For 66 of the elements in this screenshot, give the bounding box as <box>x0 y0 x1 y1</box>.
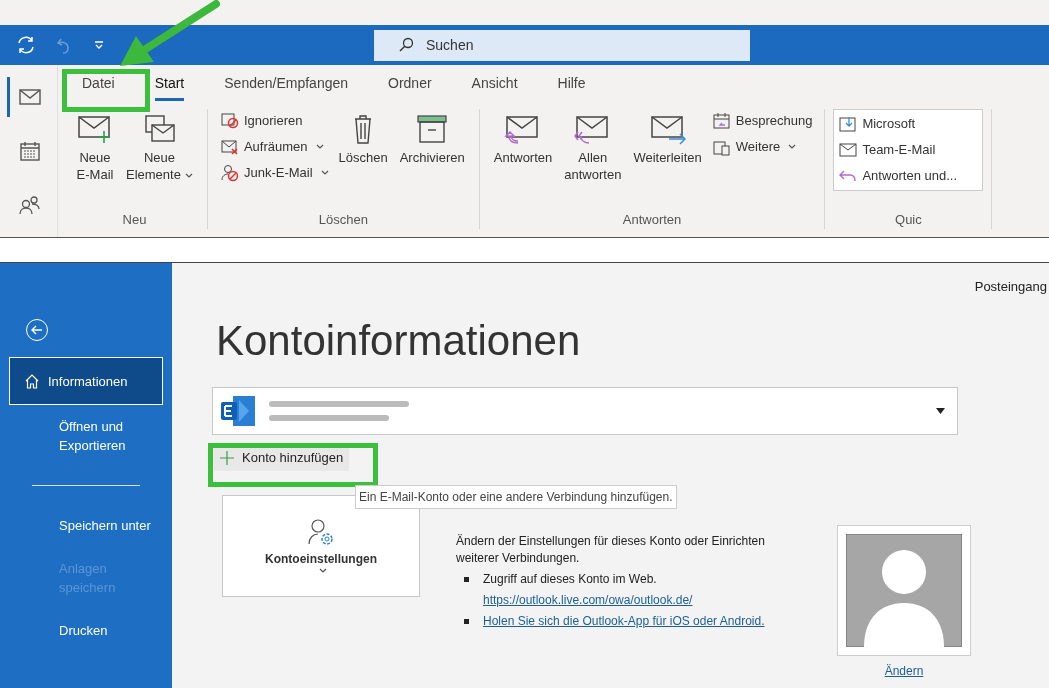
ribbon-group-label: Quic <box>894 210 923 229</box>
ribbon-group-label: Löschen <box>317 210 369 229</box>
description-text: Ändern der Einstellungen für dieses Konto oder Einrichten weiterer Verbindungen. <box>456 532 766 567</box>
ribbon-tab[interactable]: Ordner <box>388 73 432 101</box>
exchange-logo-icon <box>219 394 257 428</box>
customize-toolbar-icon[interactable] <box>94 39 104 51</box>
back-arrow-icon <box>31 325 43 335</box>
ribbon-button[interactable]: Archivieren <box>393 109 471 166</box>
ribbon-tab[interactable]: Senden/Empfangen <box>224 73 349 101</box>
caret-icon <box>788 144 797 150</box>
home-icon <box>24 373 40 389</box>
people-icon <box>18 195 42 215</box>
ribbon-group-label: Neu <box>121 210 148 229</box>
ignore-icon <box>219 112 240 130</box>
sync-icon[interactable] <box>16 35 36 55</box>
more-actions-icon <box>711 138 732 156</box>
backstage-nav-item[interactable]: Speichern unter <box>0 504 172 547</box>
caret-icon <box>315 144 324 150</box>
ribbon-small-button[interactable]: Team-E-Mail <box>838 138 979 162</box>
tooltip: Ein E-Mail-Konto oder eine andere Verbindung hinzufügen. <box>355 485 677 509</box>
search-field[interactable]: Suchen <box>374 29 750 61</box>
search-icon <box>398 37 414 53</box>
forward-icon <box>648 113 687 145</box>
backstage-nav-item[interactable]: Öffnen und Exportieren <box>0 405 172 467</box>
bullet-text: Zugriff auf dieses Konto im Web. <box>483 570 658 588</box>
ribbon-small-button[interactable]: Aufräumen <box>219 135 329 159</box>
junk-mail-icon <box>219 164 240 182</box>
dropdown-arrow-icon <box>936 408 945 414</box>
ribbon-button[interactable]: Antworten <box>487 109 559 166</box>
plus-icon <box>220 450 234 465</box>
ribbon-button[interactable]: Neue Elemente <box>120 109 199 183</box>
ribbon-tab[interactable]: Start <box>154 73 185 101</box>
ribbon-button[interactable]: Neue E-Mail <box>70 109 120 183</box>
ribbon-tab[interactable]: Datei <box>82 73 115 101</box>
caret-icon <box>320 170 329 176</box>
caret-icon <box>184 172 193 179</box>
ribbon-small-button[interactable]: Antworten und... <box>838 164 979 188</box>
bullet-icon <box>464 618 469 624</box>
bullet-icon <box>464 576 469 582</box>
ribbon-button[interactable]: Allen antworten <box>558 109 628 183</box>
calendar-icon <box>20 141 40 161</box>
caret-icon <box>319 567 327 574</box>
account-selector[interactable] <box>212 387 958 435</box>
ribbon-small-button[interactable]: Weitere <box>711 135 813 159</box>
ribbon-small-button[interactable]: Junk-E-Mail <box>219 161 329 185</box>
link[interactable]: Holen Sie sich die Outlook-App für iOS oder Android. <box>483 612 765 630</box>
ribbon-small-button[interactable]: Microsoft <box>838 112 979 136</box>
calendar-reply-icon <box>711 112 732 130</box>
move-to-folder-icon <box>838 115 859 133</box>
cleanup-icon <box>219 138 240 156</box>
ribbon-group-label: Antworten <box>621 210 683 229</box>
backstage-nav-item[interactable]: Drucken <box>0 609 172 652</box>
ribbon-tab[interactable]: Ansicht <box>471 73 518 101</box>
change-photo-link[interactable]: Ändern <box>884 661 924 680</box>
ribbon-button[interactable]: Weiterleiten <box>627 109 708 166</box>
folder-location: Posteingang <box>974 278 1047 296</box>
page-title: Kontoinformationen <box>216 316 582 366</box>
envelope-icon <box>838 141 859 159</box>
ribbon-small-button[interactable]: Besprechung <box>711 109 813 133</box>
ribbon-button[interactable]: Löschen <box>332 109 394 166</box>
link[interactable]: https://outlook.live.com/owa/outlook.de/ <box>483 591 693 609</box>
mail-icon <box>19 89 41 105</box>
ribbon-small-button[interactable]: Ignorieren <box>219 109 329 133</box>
backstage-nav-item[interactable]: Informationen <box>9 357 163 405</box>
user-gear-icon <box>307 517 335 546</box>
ribbon-tab[interactable]: Hilfe <box>557 73 586 101</box>
